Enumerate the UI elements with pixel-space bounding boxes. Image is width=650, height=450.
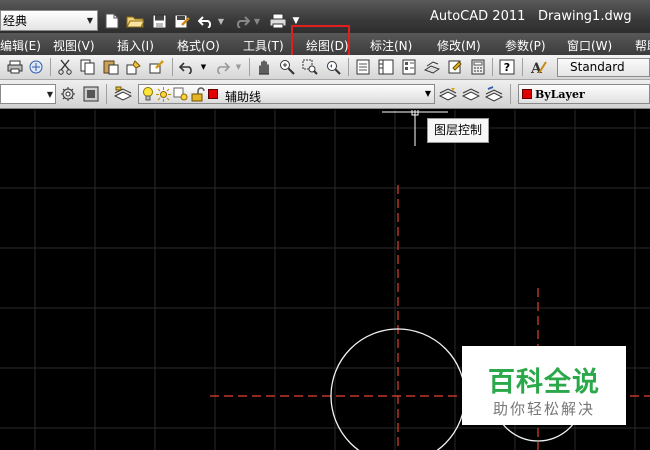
toolbar-separator (106, 84, 107, 104)
toolbar-separator (510, 84, 511, 104)
sun-thaw-icon[interactable] (156, 87, 171, 105)
toolbar-separator (172, 58, 173, 76)
undo-dropdown-icon[interactable]: ▼ (216, 11, 226, 31)
undo-dropdown-icon[interactable]: ▼ (199, 58, 208, 76)
toolbar-separator (492, 58, 493, 76)
open-folder-icon[interactable] (125, 11, 145, 31)
new-file-icon[interactable] (102, 11, 122, 31)
save-as-icon[interactable] (172, 11, 192, 31)
menu-edit[interactable]: 编辑(E) (0, 37, 41, 54)
menu-help[interactable]: 帮助 (635, 37, 650, 54)
chevron-down-icon: ▼ (424, 89, 431, 98)
current-layer-name: 辅助线 (225, 90, 262, 104)
make-object-layer-current-icon[interactable] (439, 85, 457, 103)
svg-text:?: ? (504, 61, 510, 74)
design-center-icon[interactable] (377, 58, 395, 76)
workspace-settings-dropdown[interactable]: ▼ (0, 84, 56, 104)
redo-icon[interactable] (213, 58, 231, 76)
tool-palettes-icon[interactable] (400, 58, 418, 76)
sheet-set-manager-icon[interactable] (423, 58, 441, 76)
layer-color-swatch (208, 89, 218, 99)
undo-icon[interactable] (196, 11, 216, 31)
toolbar-separator (50, 58, 51, 76)
cut-icon[interactable] (56, 58, 74, 76)
text-style-icon[interactable]: A (529, 58, 547, 76)
menu-tools[interactable]: 工具(T) (243, 37, 284, 54)
layer-properties-manager-icon[interactable] (114, 85, 132, 103)
undo-icon[interactable] (178, 58, 196, 76)
zoom-window-icon[interactable] (301, 58, 319, 76)
plot-preview-icon[interactable] (27, 58, 45, 76)
document-title: Drawing1.dwg (538, 9, 632, 24)
redo-dropdown-icon[interactable]: ▼ (252, 11, 262, 31)
menu-dimension[interactable]: 标注(N) (370, 37, 412, 54)
layer-control-dropdown[interactable]: 辅助线 ▼ (138, 84, 435, 104)
watermark: 百科全说 助你轻松解决 (462, 346, 626, 425)
toolbar-separator (348, 58, 349, 76)
lock-ui-icon[interactable] (82, 85, 100, 103)
unlocked-padlock-icon[interactable] (191, 87, 205, 105)
redo-icon[interactable] (232, 11, 252, 31)
zoom-realtime-icon[interactable] (278, 58, 296, 76)
markup-set-manager-icon[interactable] (446, 58, 464, 76)
color-swatch (522, 89, 532, 99)
workspace-dropdown[interactable]: 经典 ▼ (0, 10, 98, 31)
lightbulb-on-icon[interactable] (141, 86, 155, 106)
menu-insert[interactable]: 插入(I) (117, 37, 154, 54)
menu-format[interactable]: 格式(O) (177, 37, 220, 54)
workspace-label: 经典 (3, 14, 28, 28)
watermark-main-text: 百科全说 (488, 367, 600, 398)
menu-parametric[interactable]: 参数(P) (505, 37, 546, 54)
save-icon[interactable] (149, 11, 169, 31)
plot-printer-icon[interactable] (6, 58, 24, 76)
plot-icon[interactable] (268, 11, 288, 31)
menu-view[interactable]: 视图(V) (53, 37, 95, 54)
quickcalc-icon[interactable] (469, 58, 487, 76)
pan-hand-icon[interactable] (255, 58, 273, 76)
app-title: AutoCAD 2011 (430, 9, 526, 24)
redo-dropdown-icon[interactable]: ▼ (234, 58, 243, 76)
properties-icon[interactable] (354, 58, 372, 76)
menu-window[interactable]: 窗口(W) (567, 37, 612, 54)
layer-state-icon[interactable] (485, 85, 503, 103)
layer-previous-icon[interactable] (462, 85, 480, 103)
toolbar-separator (249, 58, 250, 76)
menu-modify[interactable]: 修改(M) (437, 37, 481, 54)
watermark-sub-text: 助你轻松解决 (492, 400, 595, 418)
help-icon[interactable]: ? (498, 58, 516, 76)
copy-icon[interactable] (79, 58, 97, 76)
block-editor-icon[interactable] (148, 58, 166, 76)
menu-draw-highlight-box (291, 25, 350, 57)
paste-icon[interactable] (102, 58, 120, 76)
color-control-dropdown[interactable]: ByLayer (518, 84, 650, 104)
viewport-freeze-icon[interactable] (173, 87, 189, 105)
toolbar-separator (522, 58, 523, 76)
layer-control-tooltip: 图层控制 (427, 118, 489, 143)
match-properties-icon[interactable] (125, 58, 143, 76)
text-style-dropdown[interactable]: Standard (557, 58, 650, 77)
chevron-down-icon: ▼ (46, 89, 53, 99)
color-control-value: ByLayer (535, 88, 585, 101)
chevron-down-icon: ▼ (86, 16, 94, 25)
settings-gear-icon[interactable] (59, 85, 77, 103)
zoom-previous-icon[interactable] (324, 58, 342, 76)
